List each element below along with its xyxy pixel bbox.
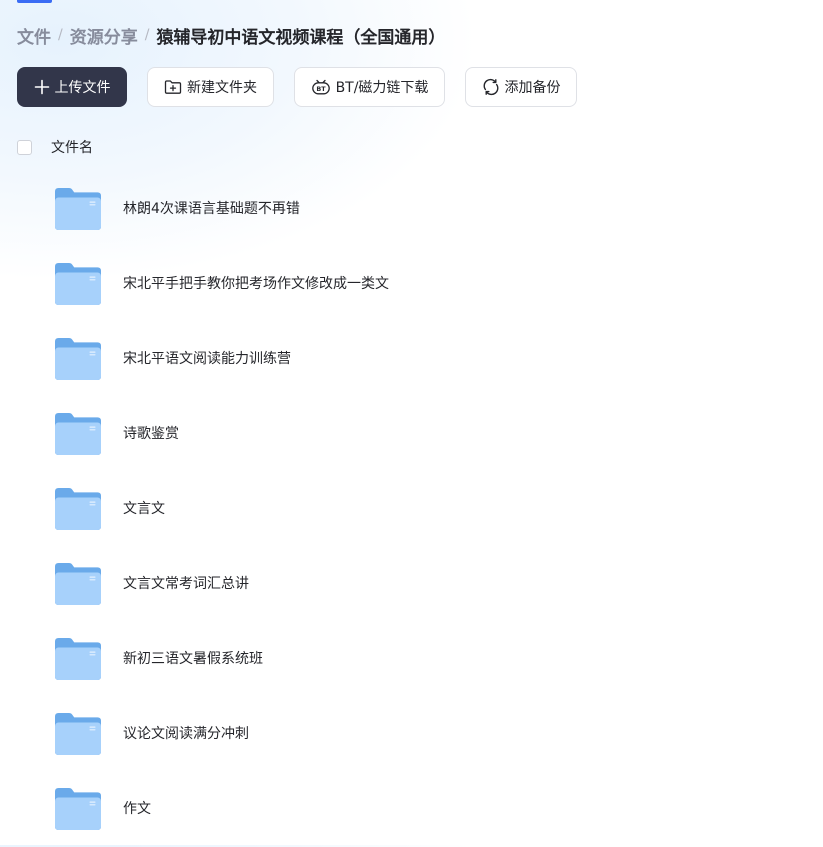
- bt-magnet-download-label: BT/磁力链下载: [335, 80, 429, 96]
- file-row[interactable]: 作文: [0, 772, 823, 847]
- file-row[interactable]: 宋北平语文阅读能力训练营: [0, 322, 823, 397]
- toolbar: 上传文件 新建文件夹 BT BT/磁力链下载 添加备份: [17, 67, 577, 107]
- refresh-icon: [482, 78, 500, 96]
- folder-icon: [55, 713, 101, 755]
- folder-icon: [55, 188, 101, 230]
- file-row[interactable]: 议论文阅读满分冲刺: [0, 697, 823, 772]
- folder-icon: [55, 488, 101, 530]
- breadcrumb-root[interactable]: 文件: [17, 23, 51, 48]
- upload-file-button[interactable]: 上传文件: [17, 67, 127, 107]
- add-backup-button[interactable]: 添加备份: [465, 67, 577, 107]
- file-name[interactable]: 宋北平手把手教你把考场作文修改成一类文: [123, 247, 389, 322]
- file-name[interactable]: 议论文阅读满分冲刺: [123, 697, 249, 772]
- file-name[interactable]: 作文: [123, 772, 151, 847]
- file-name[interactable]: 林朗4次课语言基础题不再错: [123, 172, 300, 247]
- breadcrumb-separator: /: [144, 27, 150, 43]
- plus-icon: [34, 79, 50, 95]
- file-name[interactable]: 新初三语文暑假系统班: [123, 622, 263, 697]
- file-row[interactable]: 诗歌鉴赏: [0, 397, 823, 472]
- file-row[interactable]: 文言文: [0, 472, 823, 547]
- top-accent-bar: [17, 0, 52, 3]
- file-list: 林朗4次课语言基础题不再错 宋北平手把手教你把考场作文修改成一类文 宋北平语文阅…: [0, 172, 823, 847]
- file-row[interactable]: 宋北平手把手教你把考场作文修改成一类文: [0, 247, 823, 322]
- folder-icon: [55, 413, 101, 455]
- file-list-header: 文件名: [17, 137, 93, 157]
- breadcrumb-parent[interactable]: 资源分享: [70, 23, 138, 48]
- file-row[interactable]: 新初三语文暑假系统班: [0, 622, 823, 697]
- file-name[interactable]: 宋北平语文阅读能力训练营: [123, 322, 291, 397]
- folder-icon: [55, 638, 101, 680]
- breadcrumb: 文件 / 资源分享 / 猿辅导初中语文视频课程（全国通用）: [17, 22, 445, 48]
- upload-file-label: 上传文件: [54, 80, 111, 96]
- file-name[interactable]: 文言文常考词汇总讲: [123, 547, 249, 622]
- file-row[interactable]: 文言文常考词汇总讲: [0, 547, 823, 622]
- bt-icon: BT: [311, 78, 331, 96]
- breadcrumb-current: 猿辅导初中语文视频课程（全国通用）: [156, 27, 446, 48]
- select-all-checkbox[interactable]: [17, 139, 32, 155]
- file-name[interactable]: 诗歌鉴赏: [123, 397, 179, 472]
- folder-icon: [55, 563, 101, 605]
- bt-magnet-download-button[interactable]: BT BT/磁力链下载: [294, 67, 445, 107]
- svg-text:BT: BT: [316, 85, 326, 93]
- file-name[interactable]: 文言文: [123, 472, 165, 547]
- file-row[interactable]: 林朗4次课语言基础题不再错: [0, 172, 823, 247]
- folder-icon: [55, 338, 101, 380]
- filename-column-header: 文件名: [51, 140, 93, 156]
- new-folder-button[interactable]: 新建文件夹: [147, 67, 274, 107]
- folder-icon: [55, 263, 101, 305]
- folder-plus-icon: [164, 79, 182, 95]
- folder-icon: [55, 788, 101, 830]
- new-folder-label: 新建文件夹: [187, 80, 257, 96]
- breadcrumb-separator: /: [58, 27, 63, 43]
- add-backup-label: 添加备份: [504, 80, 561, 96]
